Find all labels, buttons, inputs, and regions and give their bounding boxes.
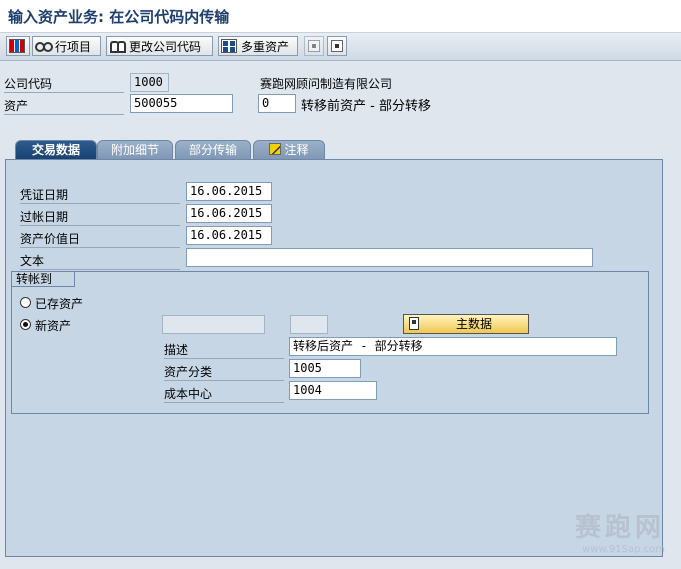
existing-asset-label: 已存资产 [35,297,84,311]
multiple-assets-button[interactable]: 多重资产 [218,36,298,56]
change-company-code-button[interactable]: 更改公司代码 [106,36,213,56]
tab-additional-details[interactable]: 附加细节 [97,140,173,160]
tab-partial-transfer[interactable]: 部分传输 [175,140,251,160]
asset-label: 资产 [4,97,124,115]
application-toolbar: 行项目 更改公司代码 多重资产 [0,33,681,61]
line-items-label: 行项目 [55,39,92,54]
text-label: 文本 [20,252,180,270]
company-code-label: 公司代码 [4,75,124,93]
watermark-url: www.91Sap.com [582,544,665,555]
change-company-code-label: 更改公司代码 [129,39,202,54]
value-date-field[interactable]: 16.06.2015 [186,226,272,245]
watermark-text: 赛跑网 [574,513,665,543]
master-data-label: 主数据 [455,317,492,331]
tab-transaction-data[interactable]: 交易数据 [15,140,97,160]
master-data-button[interactable]: 主数据 [403,314,529,334]
new-asset-number-field [162,315,265,334]
document-date-label: 凭证日期 [20,186,180,204]
line-items-button[interactable]: 行项目 [32,36,101,56]
asset-description: 转移前资产 - 部分转移 [301,99,431,114]
asset-class-field[interactable]: 1005 [289,359,361,378]
document-icon [308,40,320,52]
cost-center-field[interactable]: 1004 [289,381,377,400]
tab-note-label: 注释 [284,143,309,157]
description-label: 描述 [164,341,284,359]
glasses-icon [35,39,53,53]
new-asset-subnumber-field [290,315,328,334]
title-bar: 输入资产业务: 在公司代码内传输 [0,0,681,33]
existing-asset-radio[interactable] [20,297,31,308]
asset-number-field[interactable]: 500055 [130,94,233,113]
disabled-tool-button[interactable] [304,36,324,56]
simulate-button[interactable] [327,36,347,56]
new-asset-radio[interactable] [20,319,31,330]
transfer-to-title: 转帐到 [11,271,75,287]
tab-note[interactable]: 注释 [253,140,325,160]
watermark: 赛跑网 www.91Sap.com [575,507,665,555]
text-field[interactable] [186,248,593,267]
company-name: 赛跑网顾问制造有限公司 [260,77,393,91]
new-asset-label: 新资产 [35,319,72,333]
cost-center-label: 成本中心 [164,385,284,403]
multiple-assets-icon [221,39,237,53]
asset-class-label: 资产分类 [164,363,284,381]
asset-subnumber-field[interactable]: 0 [258,94,296,113]
value-date-label: 资产价值日 [20,230,180,248]
multiple-assets-label: 多重资产 [241,39,290,54]
keys-icon [109,39,126,53]
overview-button[interactable] [6,36,30,56]
simulate-icon [331,40,343,52]
window-title: 输入资产业务: 在公司代码内传输 [8,8,230,26]
posting-date-field[interactable]: 16.06.2015 [186,204,272,223]
master-data-icon [409,317,419,330]
company-code-field: 1000 [130,73,169,92]
description-field[interactable]: 转移后资产 - 部分转移 [289,337,617,356]
grid-icon [9,39,25,53]
posting-date-label: 过帐日期 [20,208,180,226]
document-date-field[interactable]: 16.06.2015 [186,182,272,201]
pencil-icon [269,143,282,155]
